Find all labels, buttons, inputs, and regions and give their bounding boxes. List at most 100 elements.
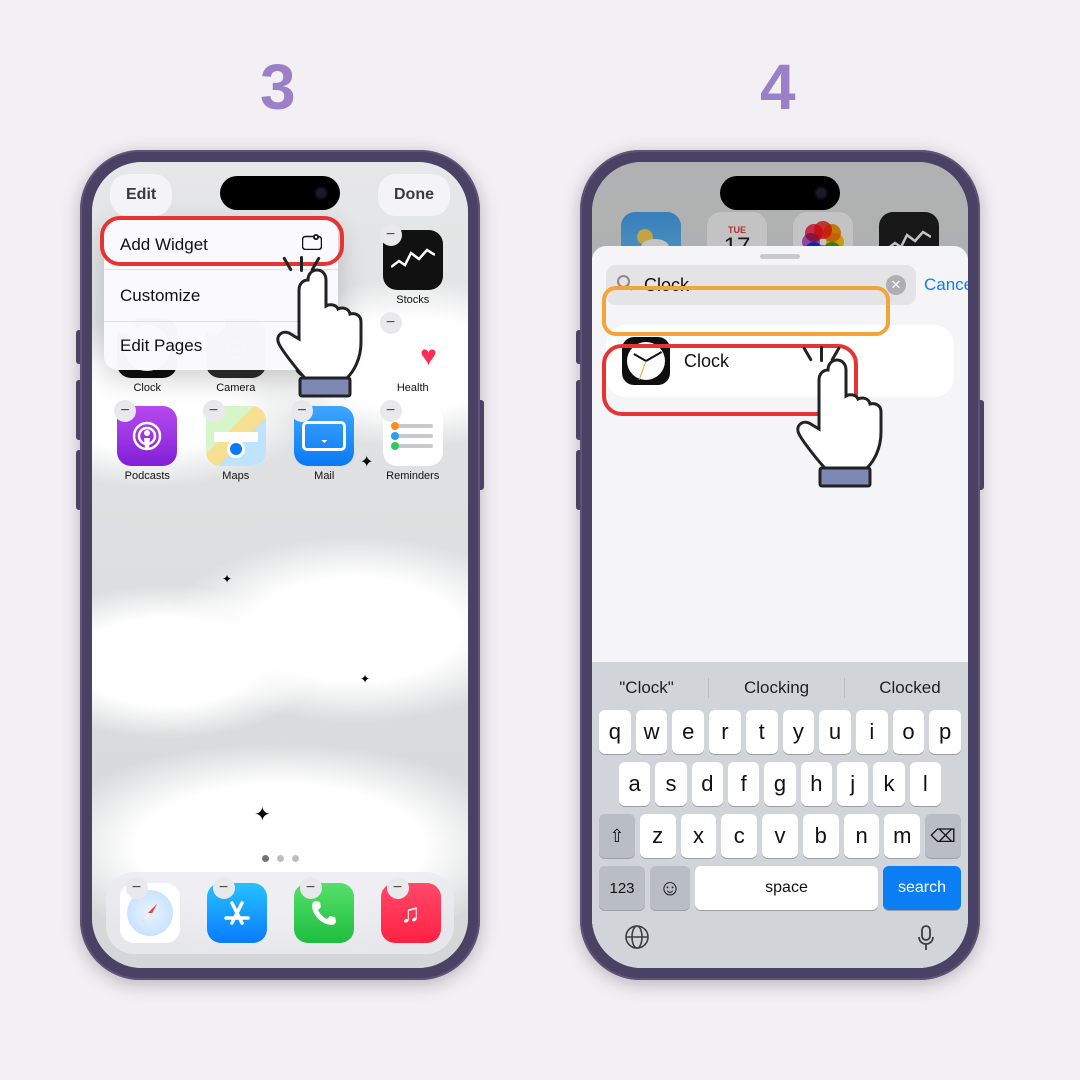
search-input[interactable] [642, 274, 878, 297]
dynamic-island [720, 176, 840, 210]
remove-app-icon[interactable]: − [203, 400, 225, 422]
clear-search-icon[interactable]: ✕ [886, 275, 906, 295]
remove-app-icon[interactable]: − [380, 400, 402, 422]
remove-app-icon[interactable]: − [300, 877, 322, 899]
key-space[interactable]: space [695, 866, 878, 910]
remove-app-icon[interactable]: − [213, 877, 235, 899]
dock-safari[interactable]: − [120, 883, 180, 943]
key-u[interactable]: u [819, 710, 851, 754]
app-stocks[interactable]: − Stocks [374, 230, 453, 306]
key-row: q w e r t y u i o p [599, 710, 961, 754]
key-l[interactable]: l [910, 762, 941, 806]
app-maps[interactable]: − Maps [197, 406, 276, 482]
app-reminders[interactable]: − Reminders [374, 406, 453, 482]
app-health[interactable]: − ♥ Health [374, 318, 453, 394]
app-label: Podcasts [125, 470, 170, 482]
widget-icon [302, 234, 322, 255]
search-result-clock[interactable]: Clock [606, 325, 954, 397]
remove-app-icon[interactable]: − [114, 400, 136, 422]
remove-app-icon[interactable]: − [291, 400, 313, 422]
edit-context-menu: Add Widget Customize Edit Pages [104, 220, 338, 370]
cancel-button[interactable]: Cancel [924, 275, 968, 295]
app-label: Clock [133, 382, 161, 394]
keyboard-suggestions: "Clock" Clocking Clocked [596, 668, 964, 710]
sparkle-icon: ✦ [254, 802, 271, 827]
suggestion[interactable]: Clocked [879, 678, 940, 698]
key-a[interactable]: a [619, 762, 650, 806]
dock-music[interactable]: − ♫ [381, 883, 441, 943]
keyboard: "Clock" Clocking Clocked q w e r t y u i… [592, 662, 968, 968]
globe-icon[interactable] [624, 924, 650, 958]
key-row: a s d f g h j k l [599, 762, 961, 806]
app-label: Health [397, 382, 429, 394]
dock-appstore[interactable]: − [207, 883, 267, 943]
clock-icon [622, 337, 670, 385]
remove-app-icon[interactable]: − [380, 224, 402, 246]
menu-add-widget[interactable]: Add Widget [104, 220, 338, 270]
app-label: TV [317, 382, 331, 394]
app-mail[interactable]: − Mail [285, 406, 364, 482]
search-icon [616, 274, 634, 297]
app-label: Stocks [396, 294, 429, 306]
key-n[interactable]: n [844, 814, 880, 858]
key-shift[interactable]: ⇧ [599, 814, 635, 858]
key-z[interactable]: z [640, 814, 676, 858]
key-y[interactable]: y [783, 710, 815, 754]
sparkle-icon: ✦ [222, 572, 232, 586]
key-e[interactable]: e [672, 710, 704, 754]
menu-customize[interactable]: Customize [104, 270, 338, 322]
key-r[interactable]: r [709, 710, 741, 754]
key-t[interactable]: t [746, 710, 778, 754]
key-g[interactable]: g [764, 762, 795, 806]
remove-app-icon[interactable]: − [126, 877, 148, 899]
key-w[interactable]: w [636, 710, 668, 754]
sparkle-icon: ✦ [360, 672, 370, 686]
key-d[interactable]: d [692, 762, 723, 806]
menu-add-widget-label: Add Widget [120, 235, 208, 255]
menu-edit-pages-label: Edit Pages [120, 336, 202, 356]
app-podcasts[interactable]: − Podcasts [108, 406, 187, 482]
key-row: 123 ☺ space search [599, 866, 961, 910]
key-p[interactable]: p [929, 710, 961, 754]
suggestion[interactable]: Clocking [744, 678, 809, 698]
key-b[interactable]: b [803, 814, 839, 858]
page-indicator[interactable] [92, 855, 468, 862]
dock: − − − − ♫ [106, 872, 454, 954]
dock-phone[interactable]: − [294, 883, 354, 943]
key-search[interactable]: search [883, 866, 961, 910]
widget-search-sheet: ✕ Cancel Clock "Clock" Clocking Clocked [592, 246, 968, 968]
menu-customize-label: Customize [120, 286, 200, 306]
key-backspace[interactable]: ⌫ [925, 814, 961, 858]
screen-step-4: TUE17 ✦ [592, 162, 968, 968]
key-k[interactable]: k [873, 762, 904, 806]
done-button[interactable]: Done [378, 174, 450, 216]
screen-step-3: ✦ ✦ ✦ ✦ Edit Done Add Widget Customize [92, 162, 468, 968]
remove-app-icon[interactable]: − [387, 877, 409, 899]
app-label: Camera [216, 382, 255, 394]
remove-app-icon[interactable]: − [380, 312, 402, 334]
edit-button[interactable]: Edit [110, 174, 172, 216]
suggestion[interactable]: "Clock" [619, 678, 674, 698]
key-j[interactable]: j [837, 762, 868, 806]
sheet-grabber[interactable] [760, 254, 800, 259]
menu-edit-pages[interactable]: Edit Pages [104, 322, 338, 370]
key-h[interactable]: h [801, 762, 832, 806]
app-label: Maps [222, 470, 249, 482]
key-123[interactable]: 123 [599, 866, 645, 910]
key-f[interactable]: f [728, 762, 759, 806]
customize-icon [306, 284, 322, 307]
app-label: Reminders [386, 470, 439, 482]
mic-icon[interactable] [916, 924, 936, 958]
key-i[interactable]: i [856, 710, 888, 754]
key-v[interactable]: v [762, 814, 798, 858]
key-x[interactable]: x [681, 814, 717, 858]
key-o[interactable]: o [893, 710, 925, 754]
key-row: ⇧ z x c v b n m ⌫ [599, 814, 961, 858]
search-field[interactable]: ✕ [606, 265, 916, 305]
key-c[interactable]: c [721, 814, 757, 858]
step-number-4: 4 [760, 50, 796, 124]
key-m[interactable]: m [884, 814, 920, 858]
key-emoji[interactable]: ☺ [650, 866, 690, 910]
key-q[interactable]: q [599, 710, 631, 754]
key-s[interactable]: s [655, 762, 686, 806]
